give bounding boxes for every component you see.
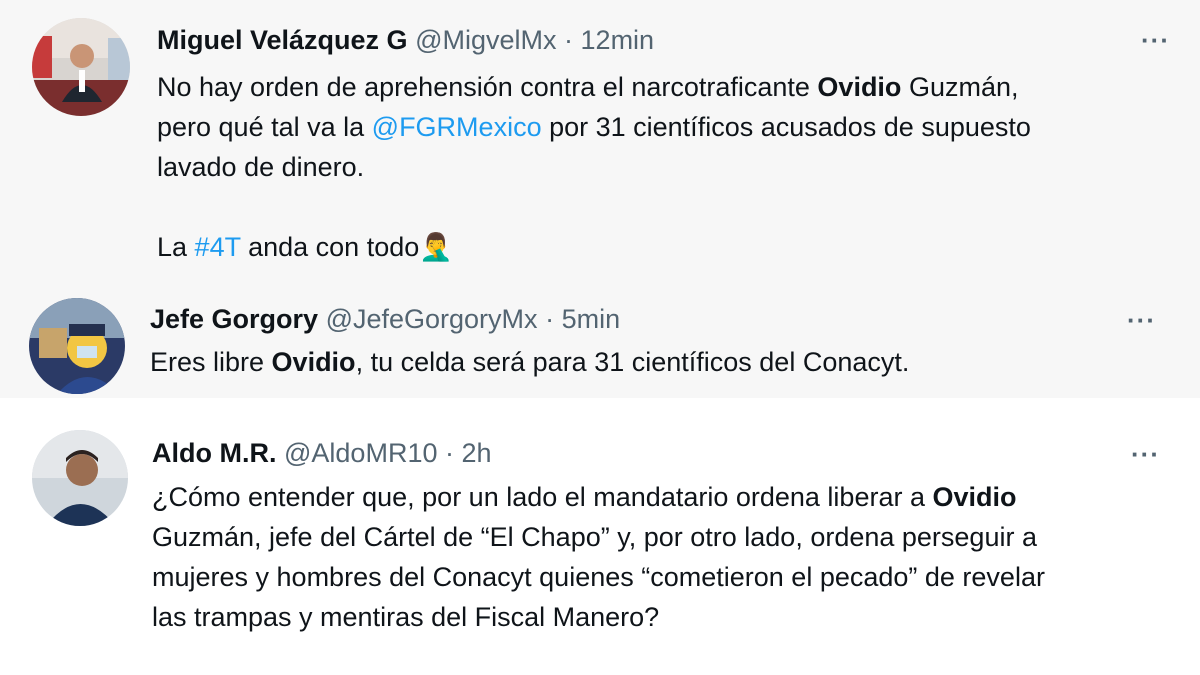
- timestamp[interactable]: 2h: [462, 438, 492, 468]
- avatar-miguel[interactable]: [32, 18, 130, 116]
- timestamp[interactable]: 5min: [562, 304, 621, 334]
- handle[interactable]: @JefeGorgoryMx: [326, 304, 538, 334]
- more-options-button[interactable]: ···: [1141, 27, 1170, 53]
- separator: ·: [564, 25, 574, 55]
- tweet-header: Jefe Gorgory @JefeGorgoryMx · 5min: [150, 302, 620, 336]
- display-name[interactable]: Jefe Gorgory: [150, 304, 318, 334]
- display-name[interactable]: Miguel Velázquez G: [157, 25, 408, 55]
- mention-bold: Ovidio: [817, 72, 902, 102]
- tweet-3[interactable]: Aldo M.R. @AldoMR10 · 2h ··· ¿Cómo enten…: [0, 398, 1200, 675]
- tweet-text: Eres libre Ovidio, tu celda será para 31…: [150, 347, 910, 377]
- tweet-1[interactable]: Miguel Velázquez G @MigvelMx · 12min ···…: [0, 0, 1200, 290]
- hashtag-link[interactable]: #4T: [195, 232, 241, 262]
- tweet-text: ¿Cómo entender que, por un lado el manda…: [152, 482, 1045, 632]
- handle[interactable]: @AldoMR10: [284, 438, 437, 468]
- avatar-aldo[interactable]: [32, 430, 128, 526]
- handle[interactable]: @MigvelMx: [415, 25, 556, 55]
- facepalm-emoji-icon: 🤦‍♂️: [419, 232, 453, 262]
- tweet-header: Miguel Velázquez G @MigvelMx · 12min: [157, 23, 654, 57]
- tweet-header: Aldo M.R. @AldoMR10 · 2h: [152, 436, 492, 470]
- separator: ·: [545, 304, 555, 334]
- timestamp[interactable]: 12min: [581, 25, 655, 55]
- avatar-image: [32, 430, 128, 526]
- separator: ·: [445, 438, 454, 468]
- mention-link[interactable]: @FGRMexico: [372, 112, 542, 142]
- more-options-button[interactable]: ···: [1127, 307, 1156, 333]
- tweet-text: No hay orden de aprehensión contra el na…: [157, 72, 1031, 262]
- more-options-button[interactable]: ···: [1131, 441, 1160, 467]
- tweet-2[interactable]: Jefe Gorgory @JefeGorgoryMx · 5min ··· E…: [0, 290, 1200, 398]
- display-name[interactable]: Aldo M.R.: [152, 438, 276, 468]
- avatar-jefe-gorgory[interactable]: [29, 298, 125, 394]
- avatar-image: [32, 18, 130, 116]
- avatar-image: [29, 298, 125, 394]
